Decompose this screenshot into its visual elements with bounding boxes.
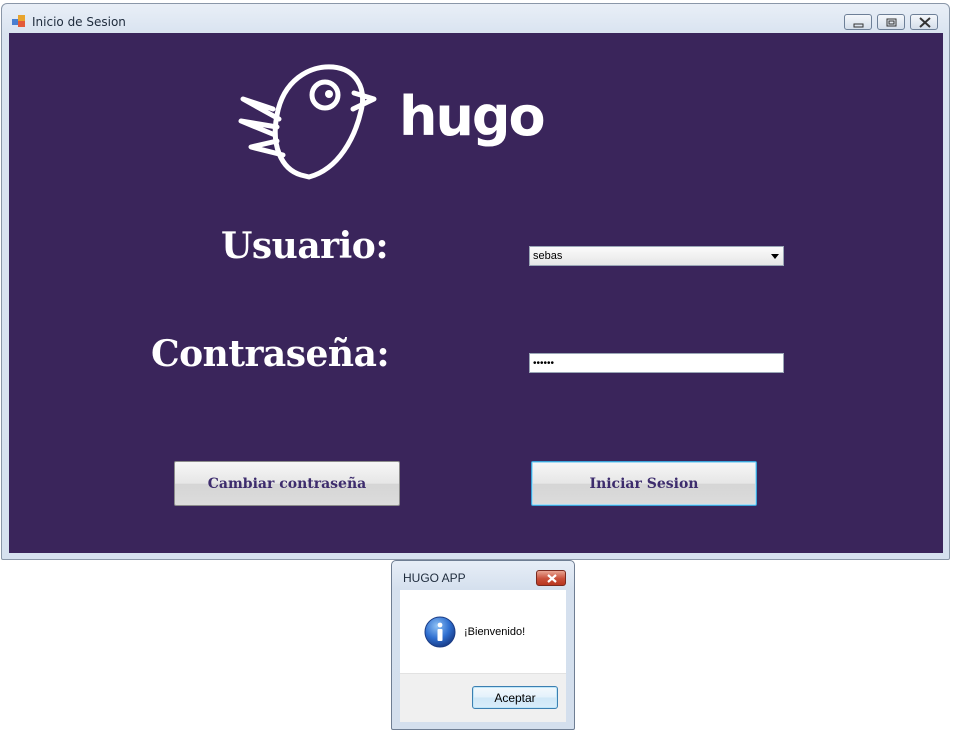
close-icon — [547, 574, 557, 583]
accept-button[interactable]: Aceptar — [472, 686, 558, 709]
minimize-icon — [853, 23, 864, 28]
dialog-body: ¡Bienvenido! Aceptar — [400, 590, 566, 722]
close-icon — [919, 17, 931, 28]
restore-icon — [886, 18, 897, 27]
close-button[interactable] — [910, 14, 938, 30]
user-combobox-value: sebas — [533, 250, 563, 262]
password-label: Contraseña: — [151, 333, 390, 375]
login-panel: hugo Usuario: sebas Contraseña: Cambiar … — [9, 33, 943, 553]
dialog-close-button[interactable] — [536, 570, 566, 586]
change-password-button[interactable]: Cambiar contraseña — [174, 461, 400, 506]
dialog-title: HUGO APP — [403, 571, 466, 585]
minimize-button[interactable] — [844, 14, 872, 30]
restore-button[interactable] — [877, 14, 905, 30]
bird-logo-icon — [238, 64, 377, 180]
brand-name: hugo — [399, 85, 546, 148]
user-label: Usuario: — [221, 225, 389, 267]
window-title: Inicio de Sesion — [32, 15, 126, 29]
chevron-down-icon[interactable] — [771, 254, 779, 259]
welcome-dialog: HUGO APP ¡Bienvenido! Aceptar — [391, 560, 575, 730]
title-bar[interactable]: Inicio de Sesion — [2, 4, 949, 34]
login-button[interactable]: Iniciar Sesion — [531, 461, 757, 506]
user-combobox[interactable]: sebas — [529, 246, 784, 266]
dialog-message: ¡Bienvenido! — [464, 626, 526, 638]
login-window: Inicio de Sesion hugo Usuario: sebas Con… — [1, 3, 950, 560]
info-icon — [424, 616, 456, 648]
password-field[interactable] — [529, 353, 784, 373]
app-icon — [12, 14, 26, 27]
